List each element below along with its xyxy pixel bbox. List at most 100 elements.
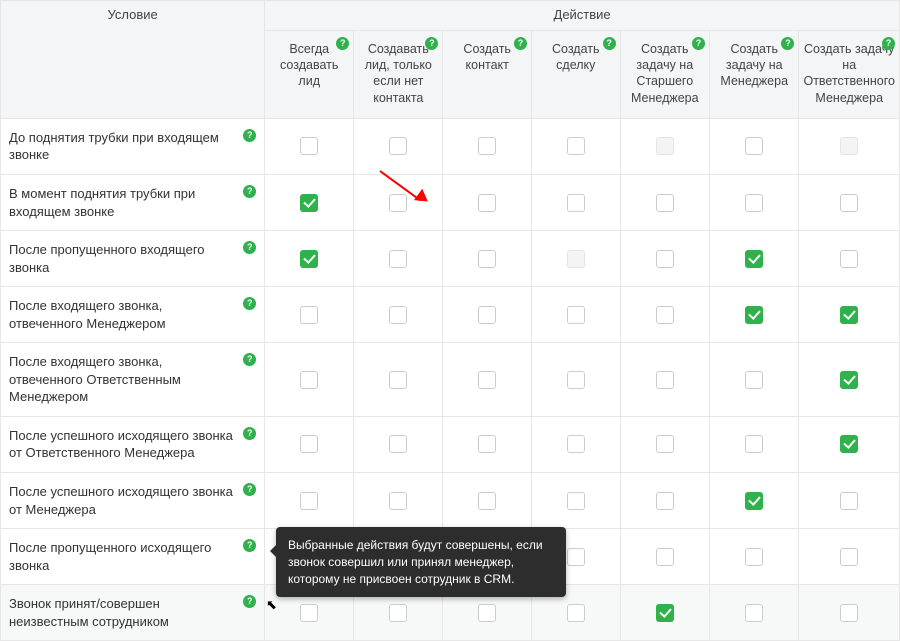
checkbox[interactable]	[567, 137, 585, 155]
checkbox[interactable]	[745, 604, 763, 622]
checkbox[interactable]	[840, 492, 858, 510]
condition-cell: До поднятия трубки при входящем звонке?	[1, 118, 265, 174]
help-icon[interactable]: ?	[243, 539, 256, 552]
checkbox[interactable]	[478, 250, 496, 268]
condition-label: После пропущенного исходящего звонка	[9, 540, 211, 573]
checkbox[interactable]	[478, 306, 496, 324]
checkbox-cell	[799, 231, 900, 287]
checkbox[interactable]	[656, 250, 674, 268]
checkbox[interactable]	[745, 306, 763, 324]
checkbox-cell	[354, 174, 443, 230]
checkbox[interactable]	[745, 137, 763, 155]
checkbox[interactable]	[300, 492, 318, 510]
checkbox[interactable]	[567, 604, 585, 622]
checkbox[interactable]	[567, 548, 585, 566]
checkbox[interactable]	[478, 137, 496, 155]
checkbox[interactable]	[656, 306, 674, 324]
checkbox[interactable]	[840, 250, 858, 268]
condition-cell: После пропущенного входящего звонка?	[1, 231, 265, 287]
checkbox[interactable]	[840, 604, 858, 622]
checkbox[interactable]	[840, 306, 858, 324]
checkbox-cell	[443, 174, 532, 230]
help-icon[interactable]: ?	[692, 37, 705, 50]
checkbox[interactable]	[656, 194, 674, 212]
checkbox-cell	[710, 585, 799, 641]
checkbox[interactable]	[478, 194, 496, 212]
help-icon[interactable]: ?	[243, 595, 256, 608]
checkbox[interactable]	[567, 435, 585, 453]
checkbox-cell	[710, 529, 799, 585]
checkbox[interactable]	[656, 435, 674, 453]
checkbox-cell	[620, 416, 709, 472]
checkbox[interactable]	[300, 306, 318, 324]
checkbox[interactable]	[656, 604, 674, 622]
checkbox-cell	[531, 118, 620, 174]
checkbox[interactable]	[478, 371, 496, 389]
help-icon[interactable]: ?	[243, 353, 256, 366]
checkbox[interactable]	[300, 435, 318, 453]
help-icon[interactable]: ?	[603, 37, 616, 50]
checkbox[interactable]	[567, 371, 585, 389]
column-header-label: Всегда создавать лид	[280, 42, 338, 89]
help-icon[interactable]: ?	[243, 185, 256, 198]
checkbox[interactable]	[300, 250, 318, 268]
condition-cell: После успешного исходящего звонка от Отв…	[1, 416, 265, 472]
checkbox[interactable]	[300, 194, 318, 212]
checkbox[interactable]	[478, 492, 496, 510]
help-icon[interactable]: ?	[243, 427, 256, 440]
help-icon[interactable]: ?	[243, 129, 256, 142]
column-header-5: Создать задачу на Менеджера?	[710, 30, 799, 118]
checkbox[interactable]	[840, 435, 858, 453]
checkbox[interactable]	[389, 371, 407, 389]
checkbox[interactable]	[478, 604, 496, 622]
column-header-2: Создать контакт?	[443, 30, 532, 118]
tooltip-text: Выбранные действия будут совершены, если…	[288, 538, 543, 586]
checkbox-cell	[265, 174, 354, 230]
checkbox-cell	[799, 287, 900, 343]
checkbox[interactable]	[389, 492, 407, 510]
checkbox[interactable]	[745, 492, 763, 510]
checkbox[interactable]	[567, 194, 585, 212]
checkbox-cell	[531, 287, 620, 343]
checkbox[interactable]	[567, 306, 585, 324]
checkbox[interactable]	[656, 548, 674, 566]
checkbox[interactable]	[745, 250, 763, 268]
help-icon[interactable]: ?	[425, 37, 438, 50]
condition-label: До поднятия трубки при входящем звонке	[9, 130, 219, 163]
checkbox-cell	[443, 118, 532, 174]
checkbox[interactable]	[745, 194, 763, 212]
checkbox-cell	[620, 529, 709, 585]
checkbox[interactable]	[656, 371, 674, 389]
checkbox[interactable]	[840, 371, 858, 389]
checkbox[interactable]	[389, 137, 407, 155]
checkbox[interactable]	[389, 250, 407, 268]
help-icon[interactable]: ?	[781, 37, 794, 50]
checkbox[interactable]	[567, 492, 585, 510]
checkbox-cell	[799, 473, 900, 529]
checkbox[interactable]	[300, 137, 318, 155]
checkbox[interactable]	[389, 604, 407, 622]
condition-label: После входящего звонка, отвеченного Отве…	[9, 354, 181, 404]
checkbox[interactable]	[745, 371, 763, 389]
checkbox-cell	[799, 174, 900, 230]
checkbox[interactable]	[389, 435, 407, 453]
checkbox[interactable]	[840, 548, 858, 566]
checkbox[interactable]	[840, 194, 858, 212]
help-icon[interactable]: ?	[514, 37, 527, 50]
help-icon[interactable]: ?	[243, 297, 256, 310]
checkbox[interactable]	[745, 435, 763, 453]
help-icon[interactable]: ?	[336, 37, 349, 50]
checkbox-cell	[531, 343, 620, 417]
condition-label: После успешного исходящего звонка от Отв…	[9, 428, 233, 461]
checkbox[interactable]	[745, 548, 763, 566]
checkbox[interactable]	[478, 435, 496, 453]
checkbox[interactable]	[389, 194, 407, 212]
column-header-label: Создать задачу на Менеджера	[720, 42, 788, 89]
checkbox[interactable]	[656, 492, 674, 510]
help-icon[interactable]: ?	[882, 37, 895, 50]
checkbox[interactable]	[389, 306, 407, 324]
checkbox[interactable]	[300, 371, 318, 389]
help-icon[interactable]: ?	[243, 241, 256, 254]
help-icon[interactable]: ?	[243, 483, 256, 496]
checkbox[interactable]	[300, 604, 318, 622]
